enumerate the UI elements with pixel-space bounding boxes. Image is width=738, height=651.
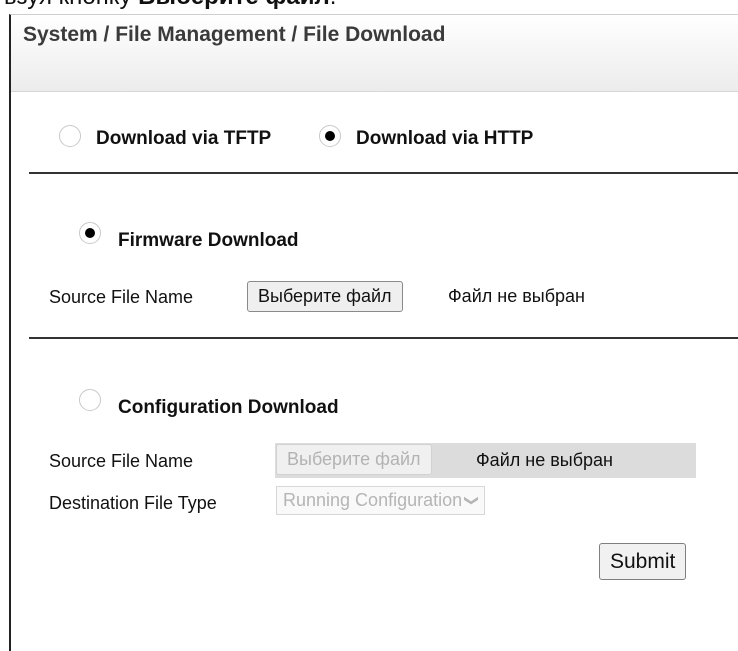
destination-file-type-value: Running Configuration (283, 490, 463, 510)
firmware-choose-file-button[interactable]: Выберите файл (247, 281, 403, 312)
firmware-source-label: Source File Name (49, 287, 194, 307)
fragment-prefix: ьзуя кнопку (4, 0, 138, 10)
fragment-bold: Выберите файл (138, 0, 330, 10)
radio-download-http[interactable] (319, 125, 341, 147)
label-configuration-download[interactable]: Configuration Download (118, 397, 339, 419)
panel-header: System / File Management / File Download (11, 15, 738, 92)
divider (29, 337, 738, 339)
radio-firmware-download[interactable] (79, 222, 101, 244)
firmware-file-status: Файл не выбран (448, 286, 585, 306)
radio-configuration-download[interactable] (79, 389, 101, 411)
divider (29, 172, 738, 174)
document-text-fragment: ьзуя кнопку Выберите файл. (0, 0, 738, 14)
chevron-down-icon: ❯ (464, 494, 481, 507)
label-download-tftp[interactable]: Download via TFTP (96, 128, 271, 150)
breadcrumb: System / File Management / File Download (23, 23, 446, 46)
destination-file-type-label: Destination File Type (49, 493, 217, 513)
label-firmware-download[interactable]: Firmware Download (118, 230, 299, 252)
submit-button[interactable]: Submit (599, 543, 687, 580)
configuration-file-status: Файл не выбран (476, 450, 613, 470)
file-download-panel: System / File Management / File Download… (9, 14, 738, 651)
radio-download-tftp[interactable] (59, 125, 81, 147)
label-download-http[interactable]: Download via HTTP (356, 128, 533, 150)
configuration-choose-file-button[interactable]: Выберите файл (276, 444, 432, 475)
fragment-suffix: . (330, 0, 337, 10)
destination-file-type-select[interactable]: Running Configuration ❯ (276, 486, 485, 515)
configuration-source-label: Source File Name (49, 451, 194, 471)
